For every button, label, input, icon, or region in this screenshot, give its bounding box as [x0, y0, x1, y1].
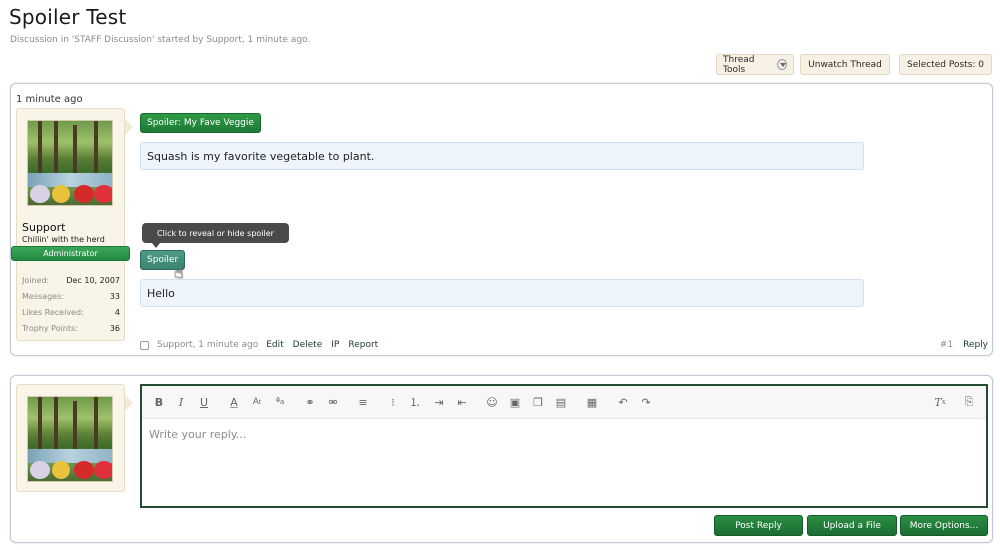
edit-link[interactable]: Edit [266, 340, 283, 350]
image-icon[interactable]: ▣ [508, 395, 522, 409]
upload-file-button[interactable]: Upload a File [807, 515, 897, 536]
thread-tools-label: Thread Tools [723, 54, 755, 75]
align-icon[interactable]: ≡ [356, 395, 370, 409]
unwatch-thread-label: Unwatch Thread [808, 59, 882, 70]
unwatch-thread-button[interactable]: Unwatch Thread [800, 54, 890, 75]
font-size-icon[interactable]: At [250, 395, 264, 409]
underline-icon[interactable]: U [197, 395, 211, 409]
report-link[interactable]: Report [348, 340, 378, 350]
stat-trophy: Trophy Points: 36 [22, 324, 120, 333]
bullet-list-icon[interactable]: ⁝ [386, 395, 400, 409]
font-family-icon[interactable]: ªa [273, 395, 287, 409]
avatar[interactable] [27, 120, 113, 206]
username[interactable]: Support [22, 221, 65, 234]
selected-posts-label: Selected Posts: 0 [906, 59, 984, 70]
numbered-list-icon[interactable]: ⒈ [408, 395, 422, 409]
thread-subtitle: Discussion in 'STAFF Discussion' started… [10, 35, 311, 45]
role-badge: Administrator [11, 246, 130, 261]
editor-toolbar: B I U A At ªa ⚭ ⚮ ≡ ⁝ ⒈ ⇥ ⇤ ☺ ▣ ❐ ▤ ▦ ↶ … [142, 386, 986, 419]
link-icon[interactable]: ⚭ [303, 395, 317, 409]
remove-format-icon[interactable]: Tx [933, 395, 947, 409]
spoiler-content: Hello [140, 279, 864, 307]
quote-icon[interactable]: ▤ [554, 395, 568, 409]
select-post-checkbox[interactable] [140, 340, 149, 350]
spoiler-button-veggie[interactable]: Spoiler: My Fave Veggie [140, 113, 261, 133]
stat-likes: Likes Received: 4 [22, 308, 120, 317]
more-options-button[interactable]: More Options... [900, 515, 988, 536]
reply-avatar [27, 396, 113, 482]
spoiler-content-veggie: Squash is my favorite vegetable to plant… [140, 142, 864, 170]
thread-tools-button[interactable]: Thread Tools [716, 54, 794, 75]
text-color-icon[interactable]: A [227, 395, 241, 409]
stat-messages: Messages: 33 [22, 292, 120, 301]
outdent-icon[interactable]: ⇤ [455, 395, 469, 409]
spoiler-tooltip: Click to reveal or hide spoiler [142, 223, 289, 248]
indent-icon[interactable]: ⇥ [432, 395, 446, 409]
thread-title: Spoiler Test [9, 5, 127, 29]
post-reply-button[interactable]: Post Reply [714, 515, 803, 536]
unlink-icon[interactable]: ⚮ [326, 395, 340, 409]
media-icon[interactable]: ❐ [531, 395, 545, 409]
post-meta[interactable]: Support, 1 minute ago [157, 340, 258, 350]
post-number[interactable]: #1 [940, 340, 953, 350]
post-footer: Support, 1 minute ago Edit Delete IP Rep… [140, 338, 988, 352]
chevron-down-icon [776, 59, 787, 70]
post-date: 1 minute ago [16, 94, 83, 105]
save-draft-icon[interactable]: ▦ [585, 395, 599, 409]
toggle-bbcode-icon[interactable]: ⎘ [962, 395, 976, 409]
reply-editor: B I U A At ªa ⚭ ⚮ ≡ ⁝ ⒈ ⇥ ⇤ ☺ ▣ ❐ ▤ ▦ ↶ … [140, 384, 988, 508]
stat-joined: Joined: Dec 10, 2007 [22, 276, 120, 285]
reply-input[interactable]: Write your reply... [149, 428, 246, 441]
delete-link[interactable]: Delete [293, 340, 323, 350]
ip-link[interactable]: IP [331, 340, 339, 350]
smilie-icon[interactable]: ☺ [485, 395, 499, 409]
user-title: Chillin' with the herd [22, 235, 105, 244]
redo-icon[interactable]: ↷ [639, 395, 653, 409]
bold-icon[interactable]: B [152, 395, 166, 409]
italic-icon[interactable]: I [174, 395, 188, 409]
reply-link[interactable]: Reply [963, 340, 988, 350]
selected-posts-button[interactable]: Selected Posts: 0 [899, 54, 992, 75]
undo-icon[interactable]: ↶ [616, 395, 630, 409]
